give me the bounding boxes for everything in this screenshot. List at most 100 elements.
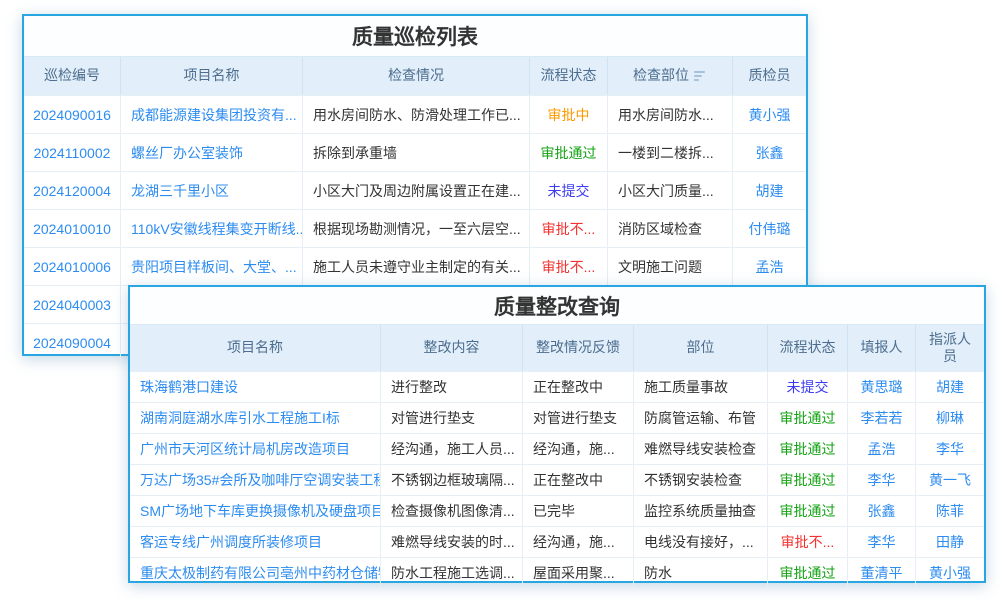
inspected-part-text: 消防区域检查 xyxy=(608,210,733,247)
rectification-query-window: 质量整改查询 项目名称整改内容整改情况反馈部位流程状态填报人指派人员 珠海鹤港口… xyxy=(128,285,986,583)
inspection-column-header-5: 质检员 xyxy=(733,57,806,95)
inspection-id-link[interactable]: 2024090016 xyxy=(24,96,121,133)
inspection-id-link[interactable]: 2024110002 xyxy=(24,134,121,171)
inspector-link[interactable]: 胡建 xyxy=(733,172,806,209)
rectify-content-text: 进行整改 xyxy=(381,372,523,402)
project-name-link[interactable]: 成都能源建设集团投资有... xyxy=(121,96,303,133)
inspection-detail-text: 施工人员未遵守业主制定的有关... xyxy=(303,248,530,285)
inspection-column-header-0: 巡检编号 xyxy=(24,57,121,95)
rectify-content-text: 不锈钢边框玻璃隔... xyxy=(381,465,523,495)
column-header-label: 流程状态 xyxy=(541,67,597,85)
column-header-label: 项目名称 xyxy=(227,339,283,357)
column-header-label: 填报人 xyxy=(861,339,903,357)
sort-icon[interactable] xyxy=(694,70,707,82)
flow-status-text: 审批中 xyxy=(530,96,608,133)
assignee-link[interactable]: 黄小强 xyxy=(916,558,984,588)
inspection-id-link[interactable]: 2024040003 xyxy=(24,286,121,323)
part-text: 防水 xyxy=(634,558,768,588)
rectification-column-header-0: 项目名称 xyxy=(130,325,381,371)
inspected-part-text: 用水房间防水... xyxy=(608,96,733,133)
column-header-label: 质检员 xyxy=(749,67,791,85)
flow-status-text: 审批通过 xyxy=(768,434,848,464)
inspection-detail-text: 小区大门及周边附属设置正在建... xyxy=(303,172,530,209)
column-header-label: 检查情况 xyxy=(388,67,444,85)
rectify-feedback-text: 经沟通，施... xyxy=(523,527,634,557)
assignee-link[interactable]: 陈菲 xyxy=(916,496,984,526)
project-name-link[interactable]: 万达广场35#会所及咖啡厅空调安装工程 xyxy=(130,465,381,495)
flow-status-text: 审批通过 xyxy=(530,134,608,171)
project-name-link[interactable]: 客运专线广州调度所装修项目 xyxy=(130,527,381,557)
reporter-link[interactable]: 黄思璐 xyxy=(848,372,916,402)
flow-status-text: 审批通过 xyxy=(768,558,848,588)
project-name-link[interactable]: 珠海鹤港口建设 xyxy=(130,372,381,402)
column-header-label: 指派人员 xyxy=(927,331,973,366)
inspected-part-text: 文明施工问题 xyxy=(608,248,733,285)
project-name-link[interactable]: SM广场地下车库更换摄像机及硬盘项目 xyxy=(130,496,381,526)
assignee-link[interactable]: 胡建 xyxy=(916,372,984,402)
inspection-detail-text: 拆除到承重墙 xyxy=(303,134,530,171)
table-row: 万达广场35#会所及咖啡厅空调安装工程不锈钢边框玻璃隔...正在整改中不锈钢安装… xyxy=(130,464,984,495)
rectification-query-title: 质量整改查询 xyxy=(130,287,984,324)
inspector-link[interactable]: 付伟璐 xyxy=(733,210,806,247)
inspected-part-text: 一楼到二楼拆... xyxy=(608,134,733,171)
inspection-list-title: 质量巡检列表 xyxy=(24,16,806,56)
table-row: 2024010010110kV安徽线程集变开断线...根据现场勘测情况，一至六层… xyxy=(24,209,806,247)
inspected-part-text: 小区大门质量... xyxy=(608,172,733,209)
inspector-link[interactable]: 黄小强 xyxy=(733,96,806,133)
table-row: SM广场地下车库更换摄像机及硬盘项目检查摄像机图像清...已完毕监控系统质量抽查… xyxy=(130,495,984,526)
inspection-detail-text: 用水房间防水、防滑处理工作已... xyxy=(303,96,530,133)
project-name-link[interactable]: 广州市天河区统计局机房改造项目 xyxy=(130,434,381,464)
rectification-query-body: 珠海鹤港口建设进行整改正在整改中施工质量事故未提交黄思璐胡建湖南洞庭湖水库引水工… xyxy=(130,371,984,588)
rectify-content-text: 对管进行垫支 xyxy=(381,403,523,433)
project-name-link[interactable]: 湖南洞庭湖水库引水工程施工I标 xyxy=(130,403,381,433)
column-header-label: 检查部位 xyxy=(633,67,689,85)
inspection-column-header-4[interactable]: 检查部位 xyxy=(608,57,733,95)
table-row: 2024120004龙湖三千里小区小区大门及周边附属设置正在建...未提交小区大… xyxy=(24,171,806,209)
rectify-feedback-text: 经沟通，施... xyxy=(523,434,634,464)
inspection-id-link[interactable]: 2024120004 xyxy=(24,172,121,209)
inspection-column-header-2: 检查情况 xyxy=(303,57,530,95)
reporter-link[interactable]: 李华 xyxy=(848,465,916,495)
inspection-id-link[interactable]: 2024010006 xyxy=(24,248,121,285)
assignee-link[interactable]: 柳琳 xyxy=(916,403,984,433)
assignee-link[interactable]: 田静 xyxy=(916,527,984,557)
inspection-detail-text: 根据现场勘测情况，一至六层空... xyxy=(303,210,530,247)
project-name-link[interactable]: 龙湖三千里小区 xyxy=(121,172,303,209)
reporter-link[interactable]: 董清平 xyxy=(848,558,916,588)
table-row: 珠海鹤港口建设进行整改正在整改中施工质量事故未提交黄思璐胡建 xyxy=(130,371,984,402)
project-name-link[interactable]: 螺丝厂办公室装饰 xyxy=(121,134,303,171)
project-name-link[interactable]: 110kV安徽线程集变开断线... xyxy=(121,210,303,247)
column-header-label: 项目名称 xyxy=(184,67,240,85)
reporter-link[interactable]: 李华 xyxy=(848,527,916,557)
project-name-link[interactable]: 贵阳项目样板间、大堂、... xyxy=(121,248,303,285)
part-text: 电线没有接好，... xyxy=(634,527,768,557)
reporter-link[interactable]: 张鑫 xyxy=(848,496,916,526)
inspection-column-header-1: 项目名称 xyxy=(121,57,303,95)
rectification-query-header-row: 项目名称整改内容整改情况反馈部位流程状态填报人指派人员 xyxy=(130,324,984,371)
project-name-link[interactable]: 重庆太极制药有限公司亳州中药材仓储物 xyxy=(130,558,381,588)
inspection-id-link[interactable]: 2024010010 xyxy=(24,210,121,247)
rectify-feedback-text: 正在整改中 xyxy=(523,465,634,495)
rectification-column-header-2: 整改情况反馈 xyxy=(523,325,634,371)
inspection-column-header-3: 流程状态 xyxy=(530,57,608,95)
table-row: 2024010006贵阳项目样板间、大堂、...施工人员未遵守业主制定的有关..… xyxy=(24,247,806,285)
assignee-link[interactable]: 李华 xyxy=(916,434,984,464)
column-header-label: 部位 xyxy=(687,339,715,357)
rectify-feedback-text: 已完毕 xyxy=(523,496,634,526)
inspection-id-link[interactable]: 2024090004 xyxy=(24,324,121,361)
inspector-link[interactable]: 孟浩 xyxy=(733,248,806,285)
rectification-column-header-3: 部位 xyxy=(634,325,768,371)
table-row: 广州市天河区统计局机房改造项目经沟通，施工人员...经沟通，施...难燃导线安装… xyxy=(130,433,984,464)
part-text: 监控系统质量抽查 xyxy=(634,496,768,526)
flow-status-text: 审批不... xyxy=(768,527,848,557)
rectification-column-header-4: 流程状态 xyxy=(768,325,848,371)
flow-status-text: 审批通过 xyxy=(768,465,848,495)
part-text: 防腐管运输、布管 xyxy=(634,403,768,433)
reporter-link[interactable]: 孟浩 xyxy=(848,434,916,464)
rectification-column-header-5: 填报人 xyxy=(848,325,916,371)
column-header-label: 流程状态 xyxy=(780,339,836,357)
inspector-link[interactable]: 张鑫 xyxy=(733,134,806,171)
rectify-content-text: 经沟通，施工人员... xyxy=(381,434,523,464)
assignee-link[interactable]: 黄一飞 xyxy=(916,465,984,495)
reporter-link[interactable]: 李若若 xyxy=(848,403,916,433)
